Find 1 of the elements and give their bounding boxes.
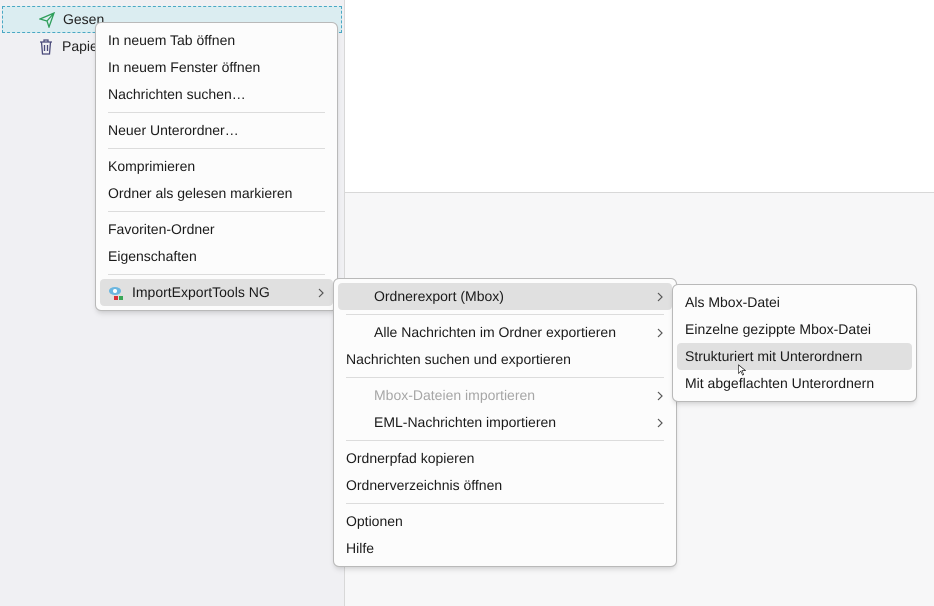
folder-name: Gesen [63,10,104,29]
